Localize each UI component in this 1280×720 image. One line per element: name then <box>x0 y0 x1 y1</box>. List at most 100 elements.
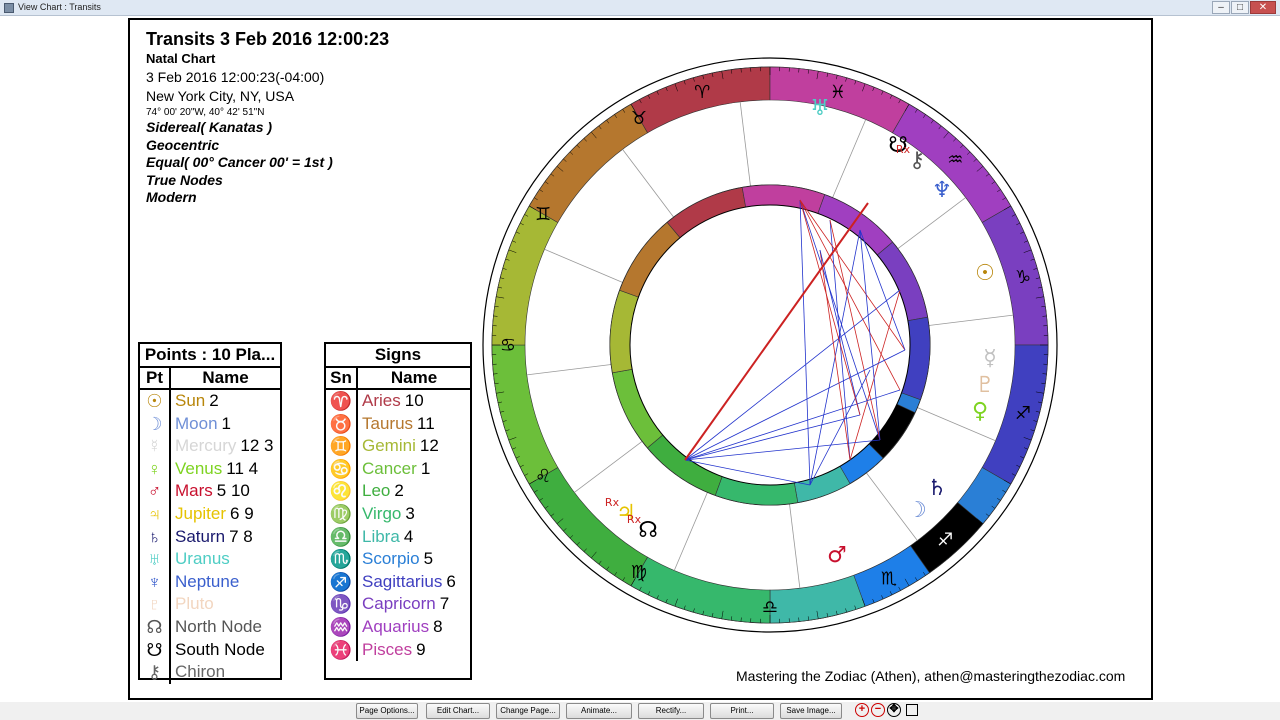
signs-table: Signs Sn Name ♈ Aries 10 ♉ Taurus 11 ♊ Gemini 12… <box>324 342 472 680</box>
outer-sign-glyph-icon: ♐ <box>1015 403 1031 424</box>
planet-glyph-icon: ☉ <box>975 261 995 286</box>
sign-name: Sagittarius <box>362 571 443 591</box>
chart-centric: Geocentric <box>146 136 220 153</box>
planet-glyph-icon: ♄ <box>927 476 947 501</box>
sign-name: Aries <box>362 391 401 410</box>
chart-nodes: True Nodes <box>146 171 223 188</box>
page-options-button[interactable]: Page Options... <box>356 703 418 719</box>
sign-name: Libra <box>362 526 400 546</box>
point-row: ♀ Venus 11 4 <box>140 457 280 481</box>
zoom-in-icon[interactable]: + <box>855 703 869 717</box>
sign-numbers: 9 <box>416 639 426 659</box>
fit-window-icon[interactable] <box>906 704 918 716</box>
sign-name: Scorpio <box>362 549 420 569</box>
sign-row: ♑ Capricorn 7 <box>326 593 470 616</box>
retrograde-label: Rx <box>627 513 642 526</box>
chart-header: Transits 3 Feb 2016 12:00:23 Natal Chart… <box>146 29 389 207</box>
sign-glyph-icon: ♏ <box>326 548 358 571</box>
inner-ring-inner <box>629 204 911 486</box>
point-name: Uranus <box>175 549 230 569</box>
bottom-toolbar: Page Options... Edit Chart... Change Pag… <box>0 702 1280 720</box>
outer-sign-glyph-icon: ♌ <box>535 466 551 487</box>
chart-houses: Equal( 00° Cancer 00' = 1st ) <box>146 154 333 170</box>
rectify-button[interactable]: Rectify... <box>638 703 704 719</box>
point-name: Neptune <box>175 571 240 591</box>
point-name: Jupiter <box>175 503 227 523</box>
house-cusp-line <box>789 503 801 589</box>
sign-numbers: 11 <box>417 413 435 433</box>
window-title: View Chart : Transits <box>18 2 101 12</box>
sign-numbers: 7 <box>439 594 450 614</box>
sign-row: ♈ Aries 10 <box>326 390 470 413</box>
point-glyph-icon: ☉ <box>140 390 171 413</box>
point-numbers: 11 4 <box>226 458 259 478</box>
chart-style: Modern <box>146 189 197 205</box>
sign-row: ♍ Virgo 3 <box>326 502 470 526</box>
outer-sign-segment <box>491 344 559 485</box>
save-image-button[interactable]: Save Image... <box>780 703 842 719</box>
outer-sign-glyph-icon: ♋ <box>500 335 516 356</box>
print-button[interactable]: Print... <box>710 703 774 719</box>
col-pt: Pt <box>140 368 171 388</box>
sign-name: Pisces <box>362 639 413 659</box>
point-row: ♄ Saturn 7 8 <box>140 525 280 549</box>
sign-glyph-icon: ♊ <box>326 435 358 458</box>
chart-wheel[interactable]: ♈ ♓♒♑♐♐♏♎♍♌♋♊♉ ♅☋⚷Rx♆☉☿♇♀♄☽♂♃Rx☊Rx <box>480 40 1060 640</box>
planet-glyph-icon: ☽ <box>907 498 927 523</box>
point-glyph-icon: ☽ <box>140 412 171 436</box>
point-numbers: 5 10 <box>216 481 250 501</box>
chart-zodiac: Sidereal( Kanatas ) <box>146 119 273 135</box>
sign-numbers: 10 <box>404 391 424 410</box>
animate-button[interactable]: Animate... <box>566 703 632 719</box>
sign-numbers: 6 <box>446 571 456 591</box>
retrograde-label: Rx <box>896 143 911 156</box>
minimize-button[interactable]: – <box>1212 1 1230 14</box>
sign-glyph-icon: ♑ <box>326 593 358 616</box>
point-numbers: 7 8 <box>229 526 253 546</box>
outer-sign-segment <box>630 556 771 624</box>
outer-sign-glyph-icon: ♈ <box>694 82 710 103</box>
point-glyph-icon: ☊ <box>140 615 171 639</box>
sign-glyph-icon: ♈ <box>326 390 358 413</box>
sign-row: ♐ Sagittarius 6 <box>326 570 470 594</box>
sign-row: ♎ Libra 4 <box>326 525 470 549</box>
point-row: ☿ Mercury 12 3 <box>140 435 280 458</box>
point-glyph-icon: ☋ <box>140 638 171 662</box>
points-table-caption: Points : 10 Pla... <box>140 344 280 368</box>
app-icon <box>4 3 14 13</box>
house-cusp-line <box>622 149 675 218</box>
point-row: ☉ Sun 2 <box>140 390 280 413</box>
sign-name: Cancer <box>362 458 417 478</box>
retrograde-label: Rx <box>605 496 620 509</box>
chart-title: Transits 3 Feb 2016 12:00:23 <box>146 29 390 49</box>
point-glyph-icon: ♄ <box>140 525 171 549</box>
point-row: ♆ Neptune <box>140 570 280 594</box>
close-button[interactable]: ✕ <box>1250 1 1276 14</box>
sign-glyph-icon: ♒ <box>326 615 358 639</box>
house-cusp-line <box>544 248 623 283</box>
sign-numbers: 5 <box>423 549 434 569</box>
point-row: ☽ Moon 1 <box>140 412 280 436</box>
chart-place: New York City, NY, USA <box>146 88 295 104</box>
pan-icon[interactable]: ✥ <box>887 703 901 717</box>
sign-numbers: 12 <box>419 436 439 456</box>
sign-numbers: 3 <box>405 503 415 523</box>
change-page-button[interactable]: Change Page... <box>496 703 560 719</box>
sign-glyph-icon: ♓ <box>326 638 358 662</box>
outer-sign-glyph-icon: ♉ <box>631 108 647 129</box>
planet-glyph-icon: ♆ <box>932 178 952 203</box>
house-cusp-line <box>526 364 612 376</box>
points-table-header: Pt Name <box>140 368 280 390</box>
sign-row: ♏ Scorpio 5 <box>326 548 470 571</box>
points-table: Points : 10 Pla... Pt Name ☉ Sun 2 ☽ Moon 1 ☿ M… <box>138 342 282 684</box>
sign-row: ♋ Cancer 1 <box>326 457 470 481</box>
zoom-out-icon[interactable]: − <box>871 703 885 717</box>
house-cusp-line <box>673 492 708 571</box>
points-table-body: ☉ Sun 2 ☽ Moon 1 ☿ Mercury 12 3 ♀ Venus 11 4 ♂ Mars 5 … <box>140 390 280 684</box>
sign-glyph-icon: ♋ <box>326 457 358 481</box>
sign-name: Taurus <box>362 413 414 433</box>
maximize-button[interactable]: □ <box>1231 1 1249 14</box>
edit-chart-button[interactable]: Edit Chart... <box>426 703 490 719</box>
outer-sign-segment <box>491 205 559 346</box>
chart-type: Natal Chart <box>146 51 216 66</box>
